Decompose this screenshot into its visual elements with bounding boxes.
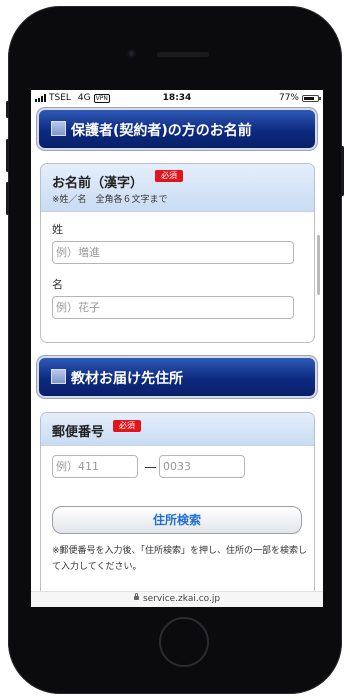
first-name-label: 名 xyxy=(52,278,63,291)
postal-code-card: 郵便番号 必須 例）411 0033 住所検索 ※郵便番号を入力後、「住所検索」… xyxy=(40,412,315,607)
postal-code-dash xyxy=(145,467,156,468)
earpiece-speaker xyxy=(157,52,209,57)
volume-down-button xyxy=(6,182,9,215)
address-search-note: ※郵便番号を入力後、「住所検索」を押し、住所の一部を検索して入力してください。 xyxy=(52,546,308,572)
guardian-name-banner: 保護者(契約者)の方のお名前 xyxy=(39,110,315,148)
home-button[interactable] xyxy=(159,617,209,667)
phone-screen: TSEL 4G VPN 18:34 77% 保護者(契約者)の方のお名前 お名前… xyxy=(31,90,323,607)
required-badge: 必須 xyxy=(113,420,141,432)
name-kanji-card: お名前（漢字） 必須 ※姓／名 全角各６文字まで 姓 例）増進 名 例）花子 xyxy=(40,163,315,343)
address-bar[interactable]: service.zkai.co.jp xyxy=(31,591,323,607)
front-camera xyxy=(127,49,136,58)
status-bar: TSEL 4G VPN 18:34 77% xyxy=(31,90,323,106)
power-button xyxy=(341,146,344,196)
battery-percent: 77% xyxy=(278,93,299,103)
delivery-address-banner: 教材お届け先住所 xyxy=(39,358,315,396)
postal-code-second-input[interactable]: 0033 xyxy=(159,455,245,478)
lock-icon xyxy=(133,593,139,600)
volume-up-button xyxy=(6,139,9,172)
page-content: 保護者(契約者)の方のお名前 お名前（漢字） 必須 ※姓／名 全角各６文字まで … xyxy=(31,106,323,607)
postal-code-title: 郵便番号 xyxy=(52,425,105,440)
square-bullet-icon xyxy=(51,121,66,136)
square-bullet-icon xyxy=(51,369,66,384)
last-name-label: 姓 xyxy=(52,223,63,236)
guardian-name-heading: 保護者(契約者)の方のお名前 xyxy=(71,123,252,139)
name-kanji-card-header: お名前（漢字） 必須 ※姓／名 全角各６文字まで xyxy=(41,164,314,212)
mute-switch xyxy=(6,101,9,118)
name-kanji-title: お名前（漢字） xyxy=(52,176,144,191)
last-name-input[interactable]: 例）増進 xyxy=(52,241,294,264)
required-badge: 必須 xyxy=(155,170,183,182)
address-search-button[interactable]: 住所検索 xyxy=(52,506,302,534)
page-url: service.zkai.co.jp xyxy=(142,594,221,604)
battery-icon xyxy=(302,94,321,102)
battery-fill xyxy=(304,96,314,100)
page-scrollbar[interactable] xyxy=(317,235,320,295)
postal-code-card-header: 郵便番号 必須 xyxy=(41,413,314,446)
delivery-address-heading: 教材お届け先住所 xyxy=(71,371,183,387)
name-kanji-hint: ※姓／名 全角各６文字まで xyxy=(52,195,168,205)
postal-code-first-input[interactable]: 例）411 xyxy=(52,455,138,478)
status-right: 77% xyxy=(278,93,321,103)
first-name-input[interactable]: 例）花子 xyxy=(52,296,294,319)
